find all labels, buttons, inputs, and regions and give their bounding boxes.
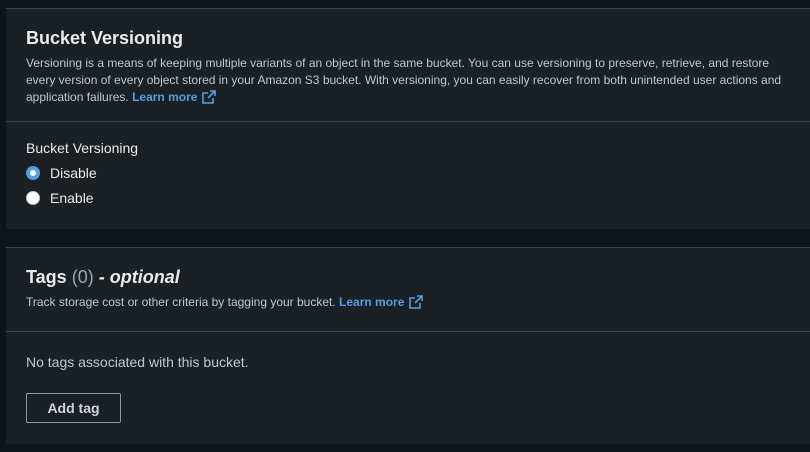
tags-learn-more-link[interactable]: Learn more bbox=[339, 295, 424, 309]
versioning-learn-more-link[interactable]: Learn more bbox=[132, 90, 217, 104]
tags-title: Tags (0) - optional bbox=[26, 266, 790, 288]
bucket-versioning-panel: Bucket Versioning Versioning is a means … bbox=[6, 8, 810, 229]
radio-enable-control[interactable] bbox=[26, 191, 40, 205]
tags-header: Tags (0) - optional Track storage cost o… bbox=[6, 248, 810, 314]
versioning-title: Bucket Versioning bbox=[26, 28, 184, 48]
external-link-icon bbox=[202, 90, 217, 109]
versioning-header: Bucket Versioning Versioning is a means … bbox=[6, 9, 810, 109]
add-tag-button[interactable]: Add tag bbox=[26, 393, 121, 423]
tags-empty-message: No tags associated with this bucket. bbox=[26, 354, 249, 370]
tags-panel: Tags (0) - optional Track storage cost o… bbox=[6, 247, 810, 444]
radio-disable-label: Disable bbox=[50, 165, 97, 181]
tags-description: Track storage cost or other criteria by … bbox=[26, 294, 791, 314]
versioning-divider bbox=[6, 121, 810, 122]
tags-title-text: Tags bbox=[26, 267, 67, 287]
radio-enable[interactable]: Enable bbox=[26, 190, 94, 206]
versioning-description: Versioning is a means of keeping multipl… bbox=[26, 55, 791, 109]
radio-disable[interactable]: Disable bbox=[26, 165, 97, 181]
tags-divider bbox=[6, 331, 810, 332]
tags-description-text: Track storage cost or other criteria by … bbox=[26, 295, 336, 309]
versioning-field-label: Bucket Versioning bbox=[26, 140, 139, 156]
radio-enable-label: Enable bbox=[50, 190, 94, 206]
external-link-icon bbox=[409, 295, 424, 314]
tags-optional-label: - optional bbox=[98, 267, 180, 287]
tags-count: (0) bbox=[71, 267, 94, 287]
radio-disable-control[interactable] bbox=[26, 166, 40, 180]
tags-learn-more-label: Learn more bbox=[339, 295, 405, 309]
versioning-learn-more-label: Learn more bbox=[132, 90, 198, 104]
